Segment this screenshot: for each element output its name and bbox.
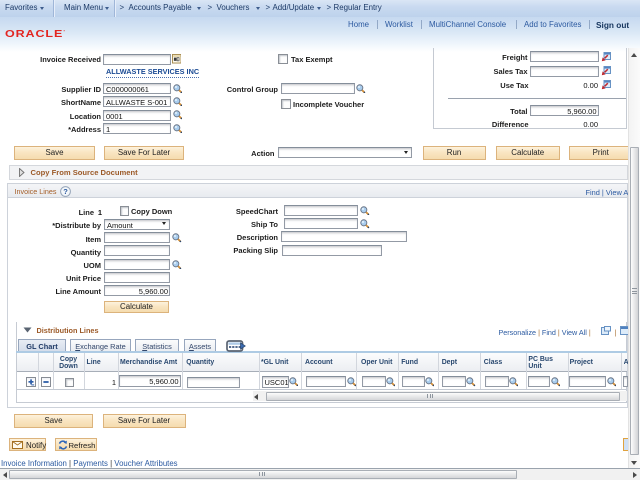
svg-text:?: ? <box>63 187 68 196</box>
